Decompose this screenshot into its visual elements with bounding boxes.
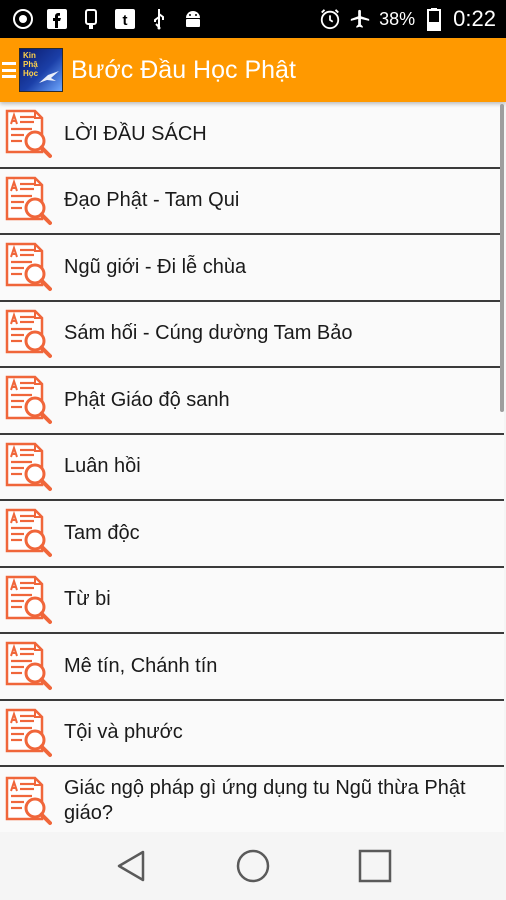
list-item-label: Tội và phước [64,721,183,744]
svg-text:t: t [123,12,128,29]
list-item[interactable]: Luân hồi [0,434,504,501]
list-item-label: Tam độc [64,521,140,544]
document-search-icon [4,707,52,759]
document-search-icon [4,507,52,559]
document-search-icon [4,574,52,626]
list-item-label: Ngũ giới - Đi lễ chùa [64,255,247,278]
list-item[interactable]: Đạo Phật - Tam Qui [0,168,504,235]
list-item[interactable]: Sám hối - Cúng dường Tam Bảo [0,301,504,368]
list-item[interactable]: Từ bi [0,567,504,634]
document-search-icon [4,175,52,227]
list-item-label: Mê tín, Chánh tín [64,654,218,677]
list-item[interactable]: Tội và phước [0,700,504,767]
list-item[interactable]: Tam độc [0,501,504,568]
list-item[interactable]: Mê tín, Chánh tín [0,634,504,701]
list-item[interactable]: Ngũ giới - Đi lễ chùa [0,235,504,302]
document-search-icon [4,108,52,160]
list-item-label: Phật Giáo độ sanh [64,388,230,411]
crane-icon [39,71,59,83]
logo-text: Kin Phậ Học [23,51,39,78]
list-item-label: Đạo Phật - Tam Qui [64,189,240,212]
scrollbar[interactable] [500,104,504,412]
tumblr-icon: t [114,8,136,30]
usb-debug-icon [148,8,170,30]
home-icon[interactable] [233,846,273,886]
vpn-icon [12,8,34,30]
list-item[interactable]: LỜI ĐẦU SÁCH [0,102,504,169]
airplane-mode-icon [349,8,371,30]
document-search-icon [4,441,52,493]
battery-percent: 38% [379,8,416,29]
usb-icon [80,8,102,30]
document-search-icon [4,308,52,360]
document-search-icon [4,374,52,426]
list-item-label: LỜI ĐẦU SÁCH [64,122,207,145]
document-search-icon [4,775,52,827]
android-icon [182,8,204,30]
list-item[interactable]: Phật Giáo độ sanh [0,368,504,435]
document-search-icon [4,241,52,293]
list-item-label: Từ bi [64,588,111,611]
facebook-icon [46,8,68,30]
app-bar: Kin Phậ Học Bước Đầu Học Phật [0,38,506,102]
list-item-label: Giác ngộ pháp gì ứng dụng tu Ngũ thừa Ph… [64,777,466,824]
battery-icon [423,8,445,31]
back-icon[interactable] [111,846,151,886]
app-title: Bước Đầu Học Phật [71,55,296,84]
status-bar: t 38% 0:22 [0,0,506,38]
alarm-icon [319,8,341,30]
menu-icon[interactable] [2,59,16,81]
navigation-bar [0,832,506,900]
list-item-label: Luân hồi [64,455,141,478]
list-item-label: Sám hối - Cúng dường Tam Bảo [64,322,353,345]
list-item[interactable]: Giác ngộ pháp gì ứng dụng tu Ngũ thừa Ph… [0,767,504,832]
chapter-list[interactable]: LỜI ĐẦU SÁCH Đạo Phật - Tam Qui Ngũ giới -… [0,102,506,832]
document-search-icon [4,640,52,692]
app-logo[interactable]: Kin Phậ Học [19,48,63,92]
recents-icon[interactable] [355,846,395,886]
clock: 0:22 [453,6,496,31]
